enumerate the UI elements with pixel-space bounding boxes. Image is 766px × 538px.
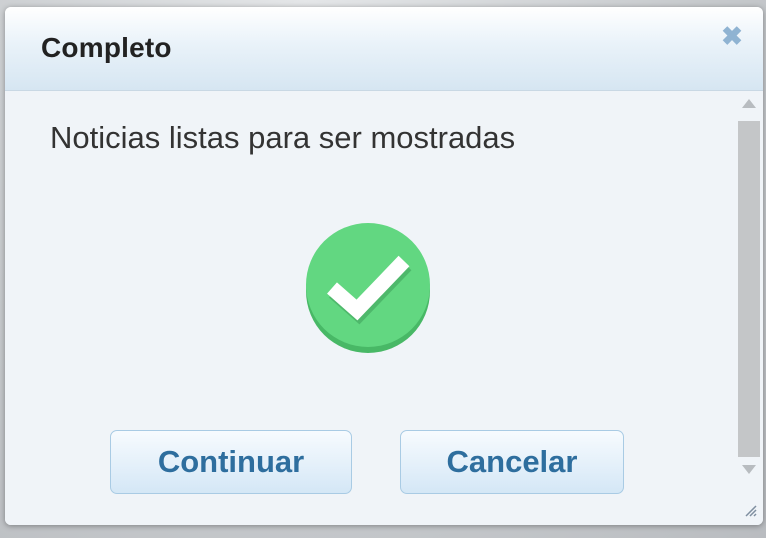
checkmark-success-icon — [305, 221, 432, 354]
resize-grip-icon[interactable] — [743, 503, 757, 517]
scroll-up-icon[interactable] — [742, 99, 756, 108]
close-icon[interactable]: ✖ — [721, 23, 743, 49]
completion-dialog: Completo ✖ Noticias listas para ser most… — [5, 7, 763, 525]
cancel-button[interactable]: Cancelar — [400, 430, 624, 494]
dialog-title: Completo — [41, 32, 172, 63]
dialog-titlebar[interactable]: Completo ✖ — [5, 7, 763, 91]
status-message: Noticias listas para ser mostradas — [50, 120, 516, 155]
dialog-content: Noticias listas para ser mostradas Conti… — [5, 91, 736, 525]
vertical-scrollbar[interactable] — [736, 91, 763, 525]
scroll-down-icon[interactable] — [742, 465, 756, 474]
scrollbar-thumb[interactable] — [738, 121, 760, 457]
continue-button[interactable]: Continuar — [110, 430, 352, 494]
